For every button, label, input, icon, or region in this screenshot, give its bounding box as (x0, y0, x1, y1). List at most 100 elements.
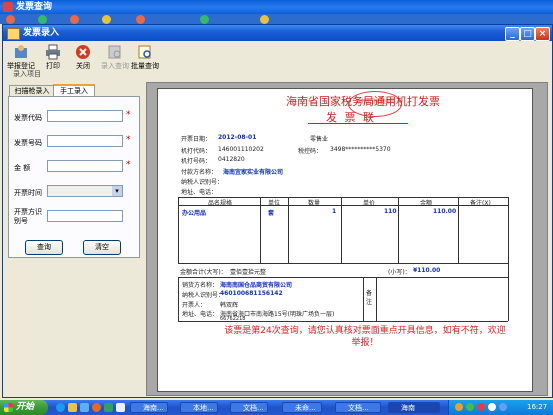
title-underline (308, 123, 408, 124)
total-small: ¥110.00 (413, 267, 441, 274)
entry-query-button[interactable]: 录入查询 (101, 44, 129, 74)
tray-icon[interactable] (455, 403, 463, 411)
taskbar-item[interactable]: 文档... (230, 402, 268, 413)
payer-label: 付款方名称： (181, 169, 218, 176)
batch-query-icon (138, 45, 151, 59)
tray-icon[interactable] (488, 403, 496, 411)
invoice-code-label: 发票代码 (14, 114, 42, 122)
close-circle-icon (76, 45, 90, 59)
taskbar-item[interactable]: 文档... (335, 402, 381, 413)
seller-name: 海南南国仓品商贸有限公司 (220, 282, 293, 289)
batch-query-button[interactable]: 批量查询 (131, 44, 159, 74)
taskbar-item[interactable]: 海南... (130, 402, 168, 413)
row-item-name: 办公用品 (182, 210, 207, 217)
seller-id: 460100681156142 (220, 290, 283, 297)
minimize-button[interactable]: _ (505, 27, 520, 41)
total-label: 金额合计(大写)： (180, 269, 227, 276)
media-icon[interactable] (92, 403, 101, 412)
row-item-amount: 110.00 (433, 208, 457, 215)
background-window-title: 发票查询 (16, 2, 53, 12)
clear-button[interactable]: 清空 (83, 240, 121, 255)
invoice-number-input[interactable] (47, 135, 123, 147)
row-item-price: 110 (384, 208, 397, 215)
seller-phone: 66762218 (220, 316, 246, 322)
amount-input[interactable] (47, 160, 123, 172)
background-toolbar-strip (0, 14, 553, 24)
query-count-notice: 该票是第24次查询，请您认真核对票面重点开具信息，如有不符，欢迎举报！ (224, 326, 506, 348)
tax-control-value: 3498**********5370 (330, 146, 391, 153)
section-label: 录入项目 (13, 70, 41, 78)
app-icon[interactable] (104, 403, 113, 412)
window-titlebar[interactable]: 发票录入 _ □ × (3, 25, 552, 41)
invoice-preview-area[interactable]: 海南省国家税务局 海南省国家税务局通用机打发票 发 票 联 开票日期： 2012… (146, 82, 548, 396)
green-circle-icon[interactable] (200, 15, 209, 24)
taskbar-item[interactable]: 未命... (282, 402, 322, 413)
amount-label: 金 额 (14, 164, 31, 172)
folder-icon (7, 28, 20, 40)
windows-logo-icon (4, 403, 13, 412)
row-item-qty: 1 (332, 208, 337, 215)
red-circle-icon[interactable] (6, 15, 15, 24)
date-label: 开票日期： (181, 136, 212, 143)
seller-divider (363, 277, 364, 321)
issue-date-picker[interactable]: ▾ (47, 185, 123, 197)
chevron-down-icon[interactable]: ▾ (112, 186, 122, 196)
col-header-remark: 备注(X) (470, 200, 491, 207)
required-mark: * (126, 160, 131, 170)
toolbar-label: 录入查询 (101, 62, 129, 70)
background-window-titlebar[interactable]: 发票查询 (0, 0, 553, 14)
red-circle-icon[interactable] (136, 15, 145, 24)
invoice-number-label: 发票号码 (14, 139, 42, 147)
col-header-name: 品名规格 (208, 200, 233, 207)
payer-id-label: 纳税人识别号： (181, 179, 224, 186)
desktop-icon[interactable] (80, 403, 89, 412)
folder-icon[interactable] (68, 403, 77, 412)
red-circle-icon[interactable] (70, 15, 79, 24)
table-bottom-line (178, 263, 508, 264)
col-header-amount: 金额 (420, 200, 433, 207)
row-item-unit: 套 (268, 210, 275, 217)
seller-id-label: 纳税人识别号： (182, 292, 225, 299)
yellow-circle-icon[interactable] (260, 15, 269, 24)
tray-icon[interactable] (499, 403, 507, 411)
machine-code-value: 146001110202 (218, 146, 264, 153)
start-button[interactable]: 开始 (0, 400, 48, 415)
issuer-id-input[interactable] (47, 210, 123, 222)
payer-value: 海南宜家实业有限公司 (223, 169, 284, 176)
query-button[interactable]: 查询 (25, 240, 63, 255)
taskbar: 开始 海南... 本地... 文档... 未命... 文档... 海南 16:2… (0, 400, 553, 415)
system-tray: 16:27 (448, 400, 553, 415)
payer-addr-label: 地址、电话： (181, 189, 218, 196)
invoice-title: 海南省国家税务局通用机打发票 (286, 95, 440, 108)
ie-icon[interactable] (56, 403, 65, 412)
machine-number-label: 机打号码： (181, 158, 212, 165)
window-title: 发票录入 (23, 28, 60, 38)
toolbar-label: 关闭 (76, 62, 90, 70)
required-mark: * (126, 135, 131, 145)
required-mark: * (126, 110, 131, 120)
tray-icon[interactable] (466, 403, 474, 411)
tray-icon[interactable] (477, 403, 485, 411)
table-col-divider (458, 197, 459, 263)
invoice-code-input[interactable] (47, 110, 123, 122)
green-circle-icon[interactable] (38, 15, 47, 24)
table-col-divider (288, 197, 289, 263)
print-button[interactable]: 打印 (39, 44, 67, 74)
machine-code-label: 机打代码： (181, 148, 212, 155)
document-icon[interactable] (116, 403, 125, 412)
taskbar-item[interactable]: 本地... (180, 402, 218, 413)
seller-name-label: 销货方名称： (182, 282, 219, 289)
invoice-paper: 海南省国家税务局 海南省国家税务局通用机打发票 发 票 联 开票日期： 2012… (157, 88, 533, 392)
entry-query-icon (108, 45, 121, 59)
taskbar-item-active[interactable]: 海南 (388, 402, 440, 413)
seller-person-label: 开票人： (182, 302, 207, 309)
maximize-button[interactable]: □ (520, 27, 535, 41)
close-button[interactable]: 关闭 (69, 44, 97, 74)
close-window-button[interactable]: × (535, 27, 550, 41)
table-col-divider (341, 197, 342, 263)
yellow-circle-icon[interactable] (102, 15, 111, 24)
report-icon (15, 45, 27, 58)
issuer-id-label: 开票方识别号 (14, 208, 42, 225)
clock[interactable]: 16:27 (527, 400, 547, 415)
seller-left-line (178, 277, 179, 321)
